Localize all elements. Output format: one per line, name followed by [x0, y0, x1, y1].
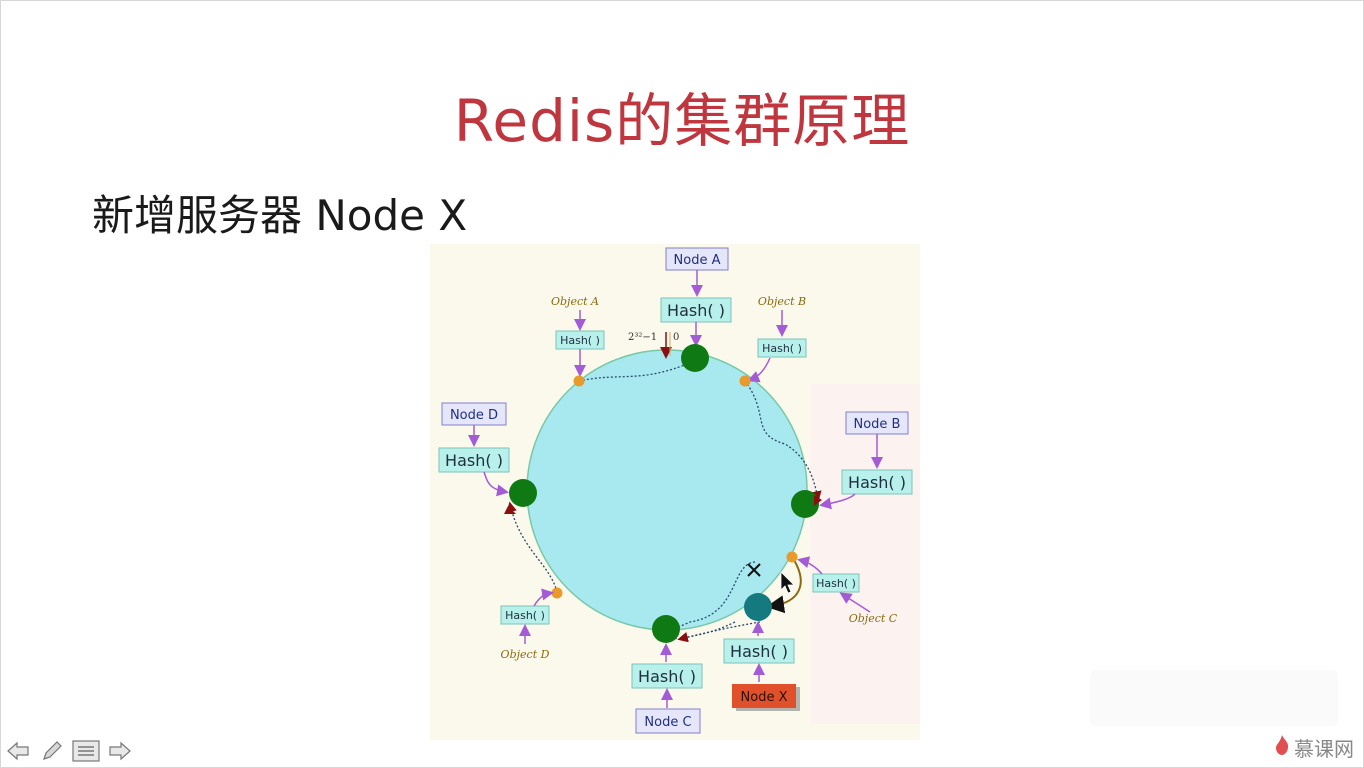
node-a-text: Node A: [674, 253, 721, 268]
hash-text-object-a: Hash( ): [560, 334, 600, 347]
hash-text-object-c: Hash( ): [816, 577, 856, 590]
node-x-text: Node X: [741, 690, 788, 705]
node-c-text: Node C: [644, 715, 691, 730]
hash-text-object-d: Hash( ): [505, 609, 545, 622]
forward-icon[interactable]: [106, 738, 134, 764]
brand-text: 慕课网: [1294, 737, 1354, 761]
hash-text-node-x: Hash( ): [730, 642, 788, 661]
brand-logo: 慕课网: [1274, 733, 1354, 762]
watermark: [1090, 670, 1338, 726]
node-c-dot: [652, 615, 680, 643]
object-c-text: Object C: [849, 612, 898, 625]
object-b-text: Object B: [758, 295, 806, 308]
hash-text-node-c: Hash( ): [638, 667, 696, 686]
hash-text-node-d: Hash( ): [445, 451, 503, 470]
slide-title: Redis的集群原理: [453, 87, 911, 155]
diagram-background-tint: [810, 384, 920, 724]
menu-icon[interactable]: [72, 738, 100, 764]
hash-text-node-b: Hash( ): [848, 473, 906, 492]
consistent-hash-diagram: 2³²−1 0 Node A Hash( ) Object A Hash( ) …: [430, 244, 920, 740]
hash-text-node-a: Hash( ): [667, 301, 725, 320]
ring-zero-label: 0: [673, 332, 679, 343]
node-a-dot: [681, 344, 709, 372]
node-d-text: Node D: [450, 408, 498, 423]
hash-ring: [526, 349, 808, 631]
node-x-dot: [744, 593, 772, 621]
hash-text-object-b: Hash( ): [762, 342, 802, 355]
flame-icon: [1274, 734, 1290, 761]
slide-subtitle: 新增服务器 Node X: [92, 191, 468, 240]
pen-icon[interactable]: [38, 738, 66, 764]
object-c-dot: [786, 551, 798, 563]
node-d-dot: [509, 479, 537, 507]
back-icon[interactable]: [4, 738, 32, 764]
object-a-dot: [573, 375, 585, 387]
node-b-text: Node B: [854, 417, 901, 432]
slide-toolbar: [4, 736, 134, 766]
object-b-dot: [739, 375, 751, 387]
object-d-text: Object D: [501, 648, 550, 661]
object-a-text: Object A: [551, 295, 599, 308]
ring-max-label: 2³²−1: [628, 332, 657, 343]
object-d-dot: [551, 587, 563, 599]
